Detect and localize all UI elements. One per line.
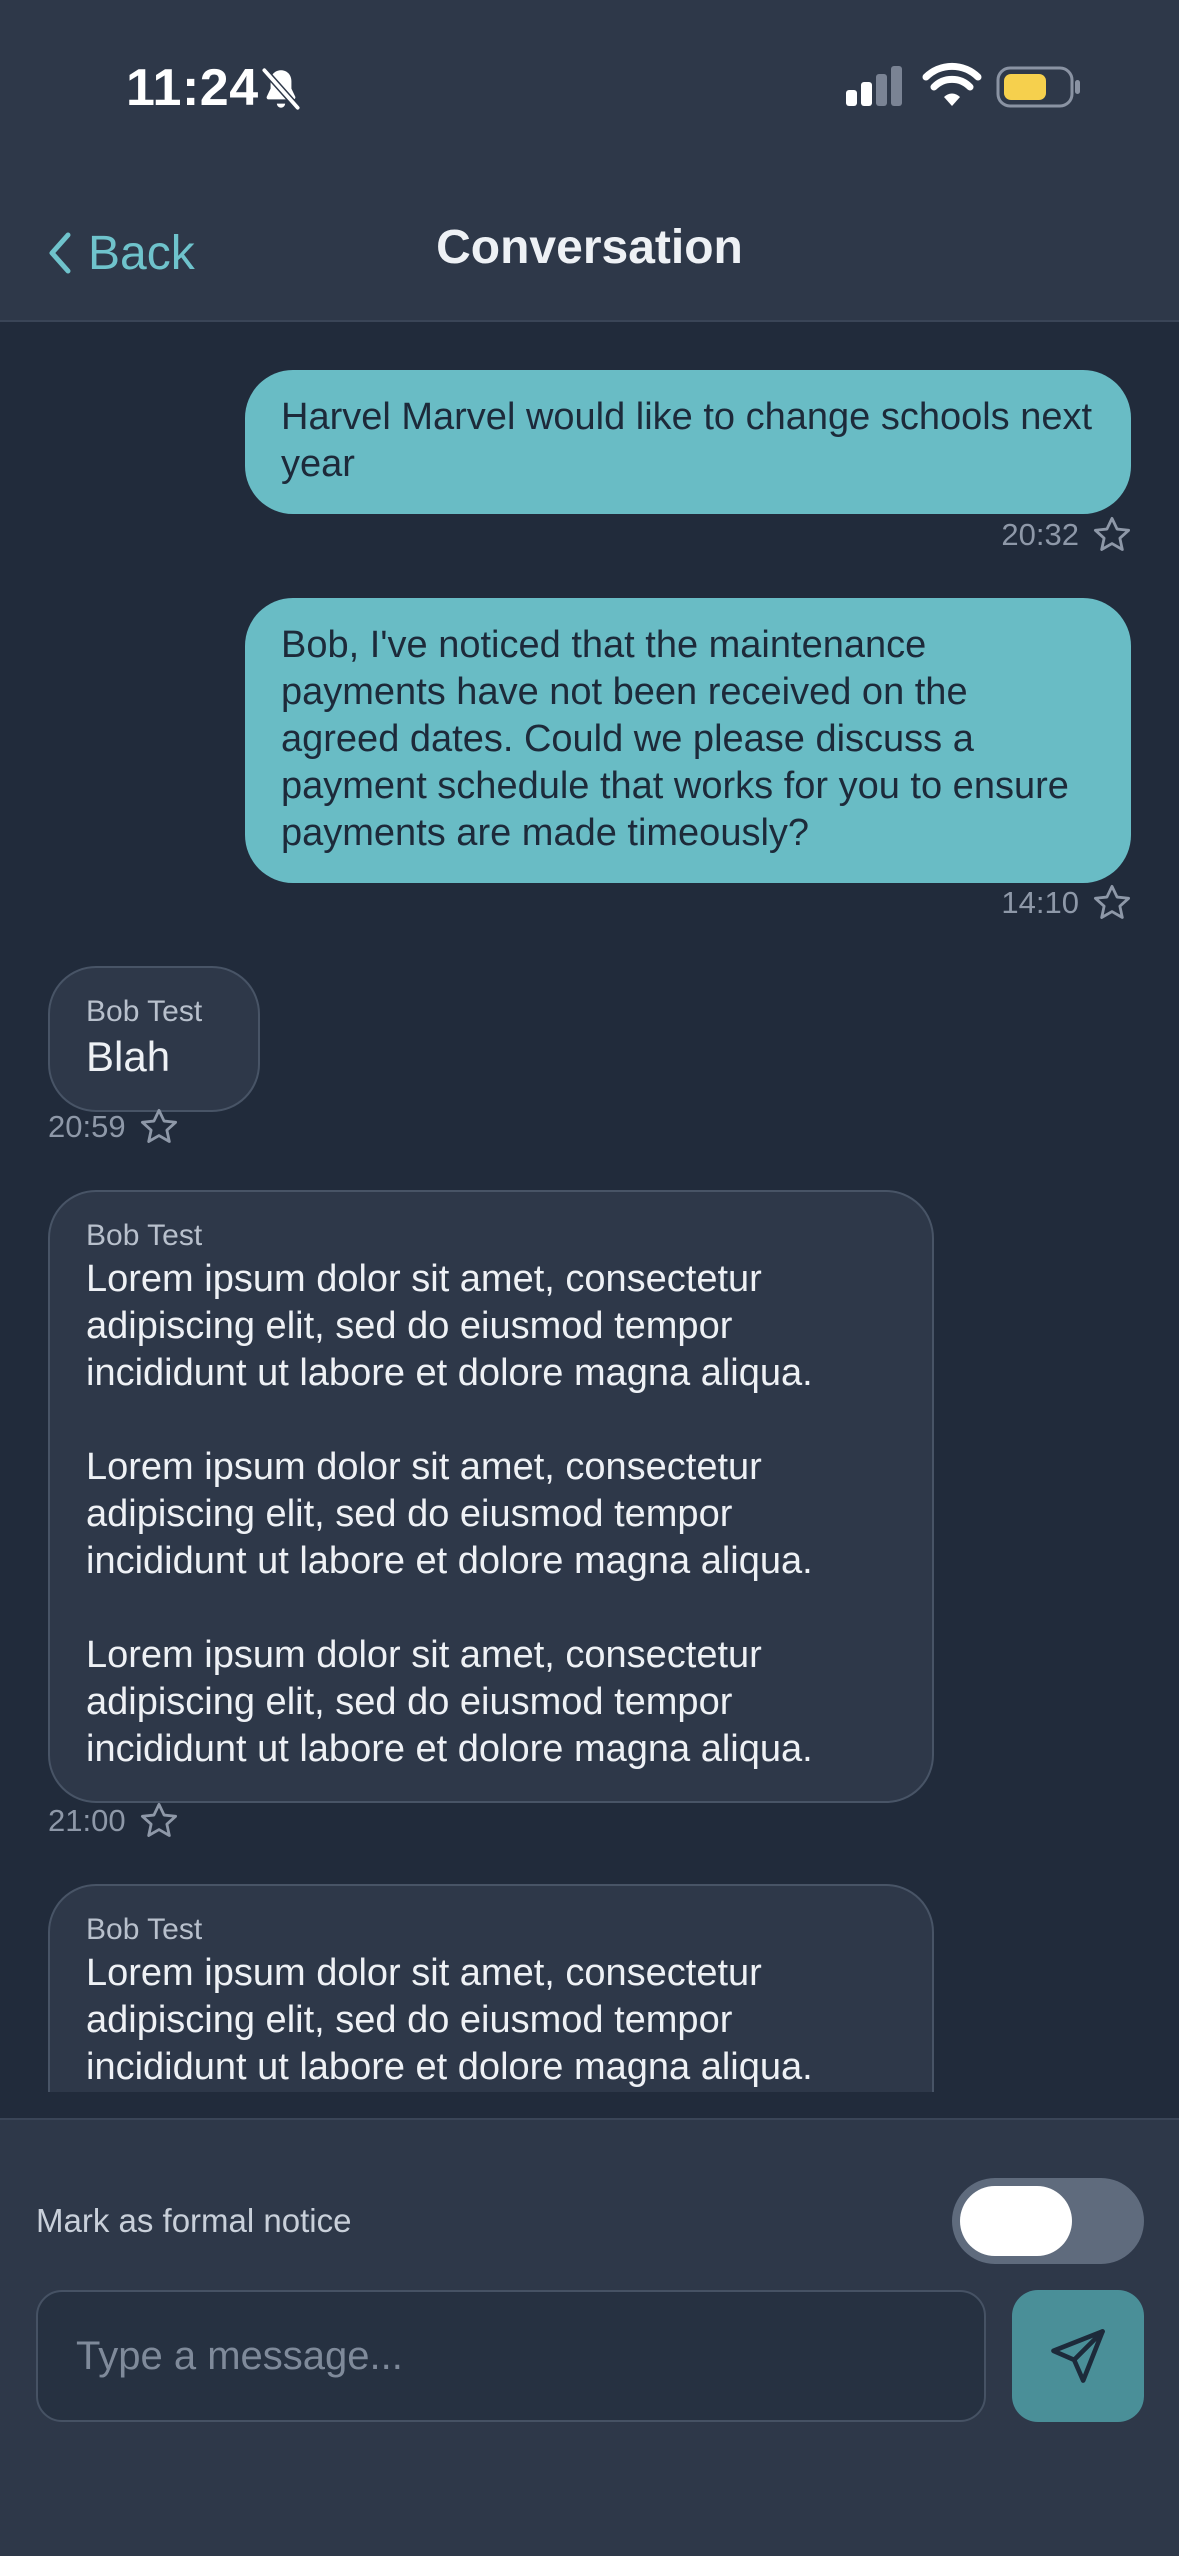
toggle-knob — [960, 2186, 1072, 2256]
outgoing-message-bubble[interactable]: Harvel Marvel would like to change schoo… — [245, 370, 1131, 514]
star-icon[interactable] — [1091, 514, 1133, 556]
message-text: Lorem ipsum dolor sit amet, consectetur … — [86, 1256, 896, 1773]
message-time: 14:10 — [1001, 885, 1079, 920]
message-time: 21:00 — [48, 1803, 126, 1838]
star-icon[interactable] — [138, 1106, 180, 1148]
sender-name: Bob Test — [86, 1913, 203, 1946]
bell-slash-icon — [261, 66, 301, 112]
battery-icon — [996, 66, 1080, 108]
message-paragraph: Lorem ipsum dolor sit amet, consectetur … — [86, 1446, 813, 1582]
page-title: Conversation — [436, 221, 743, 274]
sender-name: Bob Test — [86, 1219, 203, 1252]
message-text: Lorem ipsum dolor sit amet, consectetur … — [86, 1952, 813, 2088]
incoming-message-bubble[interactable]: Bob Test Blah — [48, 966, 260, 1112]
cellular-signal-icon — [846, 66, 902, 106]
message-text: Blah — [86, 1033, 171, 1080]
message-input[interactable] — [36, 2290, 986, 2422]
wifi-icon — [922, 62, 982, 106]
nav-bar: Back Conversation — [0, 180, 1179, 322]
star-icon[interactable] — [138, 1800, 180, 1842]
incoming-message-bubble[interactable]: Bob Test Lorem ipsum dolor sit amet, con… — [48, 1884, 934, 2092]
message-paragraph: Lorem ipsum dolor sit amet, consectetur … — [86, 1258, 813, 1394]
incoming-message-bubble[interactable]: Bob Test Lorem ipsum dolor sit amet, con… — [48, 1190, 934, 1803]
message-meta: 21:00 — [48, 1800, 180, 1842]
star-icon[interactable] — [1091, 882, 1133, 924]
outgoing-message-bubble[interactable]: Bob, I've noticed that the maintenance p… — [245, 598, 1131, 883]
sender-name: Bob Test — [86, 995, 203, 1028]
formal-notice-toggle[interactable] — [952, 2178, 1144, 2264]
message-composer: Mark as formal notice — [0, 2118, 1179, 2556]
message-meta: 20:59 — [48, 1106, 180, 1148]
message-text: Bob, I've noticed that the maintenance p… — [281, 624, 1069, 854]
formal-notice-label: Mark as formal notice — [36, 2202, 352, 2239]
message-paragraph: Lorem ipsum dolor sit amet, consectetur … — [86, 1634, 813, 1770]
message-list[interactable]: Harvel Marvel would like to change schoo… — [0, 322, 1179, 2092]
message-text: Harvel Marvel would like to change schoo… — [281, 396, 1093, 485]
message-meta: 20:32 — [1001, 514, 1133, 556]
message-meta: 14:10 — [1001, 882, 1133, 924]
send-icon — [1051, 2329, 1105, 2383]
message-time: 20:32 — [1001, 517, 1079, 552]
status-bar: 11:24 — [0, 0, 1179, 180]
message-time: 20:59 — [48, 1109, 126, 1144]
status-time: 11:24 — [126, 59, 259, 117]
send-button[interactable] — [1012, 2290, 1144, 2422]
